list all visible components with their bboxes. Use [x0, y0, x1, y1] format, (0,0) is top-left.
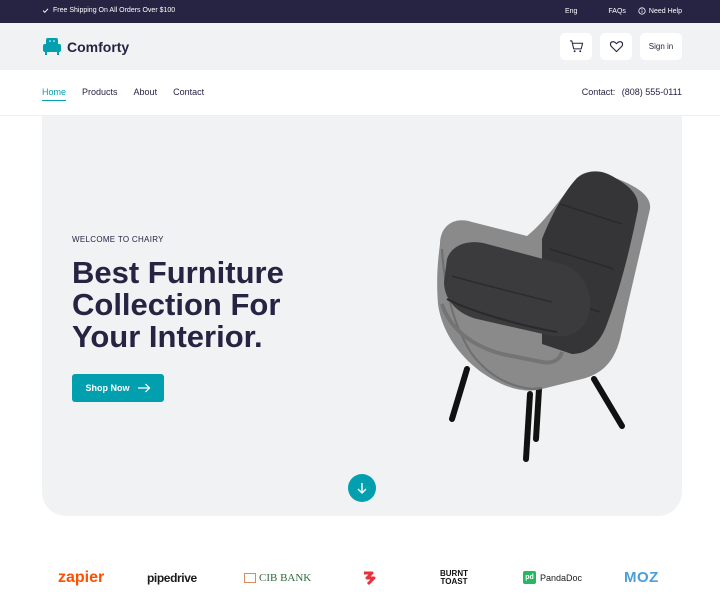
brand-logo[interactable]: Comforty — [42, 37, 129, 56]
cib-bank-text: CIB BANK — [259, 571, 312, 584]
hero-title-line: Collection For — [72, 287, 281, 322]
pandadoc-text: PandaDoc — [540, 572, 583, 583]
brand-logos: zapier pipedrive CIB BANK BURNT TOAST pd… — [0, 560, 720, 595]
pandadoc-logo: pd PandaDoc — [523, 560, 582, 595]
pipedrive-logo: pipedrive — [147, 570, 197, 585]
arrow-right-icon — [137, 383, 150, 393]
shop-now-button[interactable]: Shop Now — [72, 374, 164, 402]
armchair-icon — [43, 38, 61, 55]
burnt-toast-logo: BURNT TOAST — [440, 560, 468, 595]
arrow-down-icon — [357, 483, 367, 494]
faqs-link[interactable]: FAQs — [608, 8, 626, 15]
cib-bank-logo: CIB BANK — [244, 560, 311, 595]
moz-logo: MOZ — [624, 569, 659, 586]
cib-bank-mark-icon — [244, 572, 256, 583]
cart-button[interactable] — [560, 33, 592, 60]
shop-now-label: Shop Now — [85, 383, 130, 393]
heart-icon — [609, 41, 623, 53]
shipping-notice: Free Shipping On All Orders Over $100 — [42, 7, 175, 14]
chair-image — [437, 171, 651, 462]
shipping-text: Free Shipping On All Orders Over $100 — [53, 7, 176, 14]
top-bar: Free Shipping On All Orders Over $100 En… — [0, 0, 720, 23]
ct-logo — [362, 560, 376, 595]
contact-info: Contact: (808) 555-0111 — [582, 87, 682, 97]
sign-in-button[interactable]: Sign in — [640, 33, 682, 60]
scroll-down-button[interactable] — [348, 474, 376, 502]
hero-title: Best Furniture Collection For Your Inter… — [72, 257, 352, 353]
contact-label: Contact: — [581, 87, 616, 97]
nav-products[interactable]: Products — [82, 87, 118, 101]
contact-phone[interactable]: (808) 555-0111 — [622, 87, 682, 97]
language-select[interactable]: Eng — [564, 7, 587, 15]
language-label: Eng — [564, 7, 578, 15]
top-bar-links: Eng FAQs Need Help — [565, 7, 682, 15]
nav-home[interactable]: Home — [42, 87, 67, 101]
nav-about[interactable]: About — [134, 87, 158, 101]
need-help-link[interactable]: Need Help — [638, 7, 682, 15]
pandadoc-mark-icon: pd — [523, 571, 536, 584]
burnt-toast-line: TOAST — [440, 576, 468, 586]
header: Comforty Sign in — [0, 23, 720, 70]
zapier-logo: zapier — [58, 568, 105, 586]
check-icon — [42, 8, 49, 13]
need-help-label: Need Help — [648, 7, 682, 15]
brand-name: Comforty — [67, 38, 130, 55]
main-nav: Home Products About Contact Contact: (80… — [0, 70, 720, 116]
hero-title-line: Best Furniture — [72, 255, 284, 290]
info-icon — [638, 7, 646, 15]
chevron-down-icon — [580, 9, 587, 13]
ct-mark-icon — [364, 571, 376, 585]
cart-icon — [569, 40, 583, 53]
nav-contact[interactable]: Contact — [173, 87, 204, 101]
nav-links: Home Products About Contact — [42, 87, 204, 101]
hero-title-line: Your Interior. — [72, 319, 263, 354]
wishlist-button[interactable] — [600, 33, 632, 60]
hero-eyebrow: WELCOME TO CHAIRY — [72, 235, 164, 244]
hero-banner: WELCOME TO CHAIRY Best Furniture Collect… — [42, 116, 682, 516]
